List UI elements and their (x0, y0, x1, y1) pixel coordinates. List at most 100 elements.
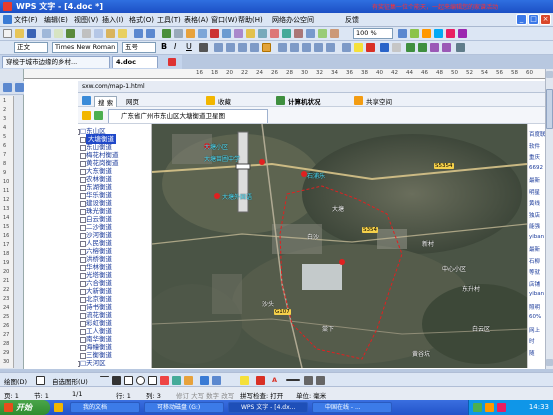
print-preview-icon[interactable] (54, 29, 63, 38)
new-icon[interactable] (3, 29, 12, 38)
comment-icon[interactable] (306, 29, 315, 38)
dash-style-icon[interactable] (304, 376, 313, 385)
nav-forward-icon[interactable] (15, 83, 24, 92)
draw-font-color[interactable]: A (272, 376, 277, 384)
arrow-icon[interactable] (112, 376, 121, 385)
copy-icon[interactable] (94, 29, 103, 38)
char-border-icon[interactable] (380, 43, 389, 52)
save-icon[interactable] (27, 29, 36, 38)
textbox-draw-icon[interactable] (148, 376, 157, 385)
scroll-thumb[interactable] (546, 89, 553, 129)
menu-edit[interactable]: 编辑(E) (44, 15, 68, 25)
insert-picture-icon[interactable] (186, 29, 195, 38)
scroll-down-icon[interactable] (546, 359, 553, 366)
menu-table[interactable]: 表格(A) (184, 15, 208, 25)
symbol-icon[interactable] (282, 29, 291, 38)
line-style-icon[interactable] (286, 379, 300, 381)
ellipse-icon[interactable] (136, 376, 145, 385)
help-icon[interactable] (398, 29, 407, 38)
cut-icon[interactable] (82, 29, 91, 38)
restore-icon[interactable]: □ (528, 14, 539, 25)
settings-icon[interactable] (458, 29, 467, 38)
font-color-icon[interactable] (366, 43, 375, 52)
highlight-icon[interactable] (354, 43, 363, 52)
3d-icon[interactable] (212, 376, 221, 385)
format-painter-icon[interactable] (118, 29, 127, 38)
tray-network-icon[interactable] (473, 403, 482, 412)
superscript-icon[interactable] (430, 43, 439, 52)
menu-view[interactable]: 视图(V) (74, 15, 98, 25)
align-right-icon[interactable] (238, 43, 247, 52)
open-icon[interactable] (15, 29, 24, 38)
align-center-icon[interactable] (226, 43, 235, 52)
spellcheck-icon[interactable] (66, 29, 75, 38)
doc-tab-2[interactable]: 4.doc (112, 56, 158, 68)
distributed-icon[interactable] (262, 43, 271, 52)
line-color-icon[interactable] (256, 376, 265, 385)
task-wps[interactable]: WPS 文字 - [4.dx... (228, 402, 308, 413)
underline-button[interactable]: U (186, 42, 192, 51)
clipart-icon[interactable] (172, 376, 181, 385)
status-unit[interactable]: 单位: 毫米 (296, 390, 326, 400)
doc-tab-1[interactable]: 穿梭于城市边缘的乡村... (2, 56, 110, 68)
justify-icon[interactable] (250, 43, 259, 52)
menu-feedback[interactable]: 反馈 (345, 15, 359, 25)
strikethrough-icon[interactable] (199, 43, 208, 52)
decrease-indent-icon[interactable] (314, 43, 323, 52)
wordart-icon[interactable] (160, 376, 169, 385)
task-browser[interactable]: 中国在线 - ... (312, 402, 392, 413)
rectangle-icon[interactable] (124, 376, 133, 385)
header-icon[interactable] (330, 29, 339, 38)
style-select[interactable]: 正文 (14, 42, 48, 53)
online-icon[interactable] (410, 29, 419, 38)
bold-button[interactable]: B (161, 42, 167, 51)
menu-file[interactable]: 文件(F) (14, 15, 38, 25)
textbox-icon[interactable] (246, 29, 255, 38)
paste-icon[interactable] (106, 29, 115, 38)
task-my-documents[interactable]: 我的文档 (70, 402, 140, 413)
mail-icon[interactable] (434, 29, 443, 38)
tray-volume-icon[interactable] (485, 403, 494, 412)
zoom-select[interactable]: 100 % (353, 28, 393, 39)
start-button[interactable]: 开始 (0, 400, 50, 415)
line-spacing-icon[interactable] (278, 43, 287, 52)
pdf-icon[interactable] (446, 29, 455, 38)
table-icon[interactable] (174, 29, 183, 38)
shapes-icon[interactable] (270, 29, 279, 38)
minimize-icon[interactable]: _ (516, 14, 527, 25)
vertical-scrollbar[interactable] (545, 69, 553, 369)
draw-menu[interactable]: 绘图(D) (4, 376, 27, 386)
quicklaunch-icon[interactable] (54, 403, 63, 412)
undo-icon[interactable] (134, 29, 143, 38)
bookmark-icon[interactable] (294, 29, 303, 38)
bullet-list-icon[interactable] (302, 43, 311, 52)
arrow-style-icon[interactable] (316, 376, 325, 385)
char-shading-icon[interactable] (392, 43, 401, 52)
align-left-icon[interactable] (214, 43, 223, 52)
grow-font-icon[interactable] (406, 43, 415, 52)
doc-map-icon[interactable] (222, 29, 231, 38)
close-icon[interactable]: × (540, 14, 551, 25)
select-pointer-icon[interactable] (36, 376, 45, 385)
menu-tools[interactable]: 工具(T) (157, 15, 181, 25)
status-spellcheck[interactable]: 拼写检查: 打开 (240, 390, 283, 400)
subscript-icon[interactable] (442, 43, 451, 52)
picture-icon[interactable] (184, 376, 193, 385)
tray-security-icon[interactable] (497, 403, 506, 412)
scroll-up-icon[interactable] (546, 71, 553, 78)
numbered-list-icon[interactable] (290, 43, 299, 52)
menu-help[interactable]: 帮助(H) (238, 15, 263, 25)
chart-icon[interactable] (258, 29, 267, 38)
close-tab-icon[interactable] (168, 58, 176, 66)
shrink-font-icon[interactable] (418, 43, 427, 52)
clear-format-icon[interactable] (456, 43, 465, 52)
font-select[interactable]: Times New Roman (52, 42, 118, 53)
promo-banner[interactable]: 有奖征集一位个能天，一起来编辑您的家谱活动 (372, 2, 498, 11)
size-select[interactable]: 五号 (122, 42, 156, 53)
track-icon[interactable] (318, 29, 327, 38)
redo-icon[interactable] (146, 29, 155, 38)
menu-network-office[interactable]: 网络办公空间 (272, 15, 314, 25)
print-icon[interactable] (42, 29, 51, 38)
hyperlink-icon[interactable] (162, 29, 171, 38)
autoshapes-menu[interactable]: 自选图形(U) (52, 376, 88, 386)
